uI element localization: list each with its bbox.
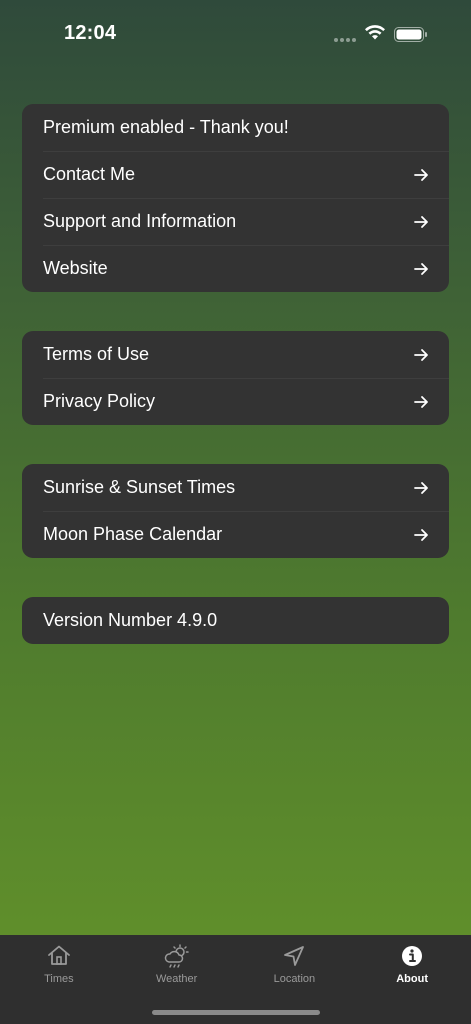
website-row[interactable]: Website — [22, 245, 449, 292]
row-label: Support and Information — [43, 211, 237, 231]
privacy-policy-row[interactable]: Privacy Policy — [22, 378, 449, 425]
row-label: Contact Me — [43, 164, 136, 184]
sun-cloud-icon — [164, 944, 189, 968]
moon-phase-calendar-row[interactable]: Moon Phase Calendar — [22, 511, 449, 558]
status-bar: 12:04 — [0, 0, 471, 70]
sunrise-sunset-times-row[interactable]: Sunrise & Sunset Times — [22, 464, 449, 511]
info-icon — [402, 946, 423, 966]
contact-me-row[interactable]: Contact Me — [22, 151, 449, 198]
tab-label: About — [396, 973, 428, 985]
row-label: Version Number 4.9.0 — [43, 610, 218, 630]
row-label: Sunrise & Sunset Times — [43, 477, 236, 497]
row-label: Privacy Policy — [43, 391, 156, 411]
premium-status-row: Premium enabled - Thank you! — [22, 104, 449, 151]
cellular-signal-icon — [334, 38, 356, 42]
arrow-right-icon — [414, 263, 428, 275]
support-information-row[interactable]: Support and Information — [22, 198, 449, 245]
arrow-right-icon — [414, 529, 428, 541]
more-apps-card: Sunrise & Sunset Times Moon Phase Calend… — [22, 464, 449, 558]
row-label: Terms of Use — [43, 344, 150, 364]
arrow-right-icon — [414, 482, 428, 494]
tab-label: Location — [273, 973, 316, 985]
wifi-icon — [365, 25, 385, 40]
tab-label: Weather — [155, 973, 198, 985]
tab-label: Times — [44, 973, 74, 985]
location-arrow-icon — [284, 946, 305, 966]
row-label: Premium enabled - Thank you! — [43, 117, 289, 137]
version-card: Version Number 4.9.0 — [22, 597, 449, 644]
premium-links-card: Premium enabled - Thank you! Contact Me … — [22, 104, 449, 292]
house-icon — [47, 945, 70, 965]
status-time: 12:04 — [64, 22, 117, 44]
home-indicator[interactable] — [152, 1010, 320, 1015]
tab-times[interactable]: Times — [0, 935, 118, 1024]
battery-icon — [394, 27, 427, 42]
arrow-right-icon — [414, 169, 428, 181]
arrow-right-icon — [414, 349, 428, 361]
legal-card: Terms of Use Privacy Policy — [22, 331, 449, 425]
arrow-right-icon — [414, 396, 428, 408]
row-label: Moon Phase Calendar — [43, 524, 223, 544]
tab-about[interactable]: About — [353, 935, 471, 1024]
row-label: Website — [43, 258, 108, 278]
terms-of-use-row[interactable]: Terms of Use — [22, 331, 449, 378]
arrow-right-icon — [414, 216, 428, 228]
version-number-row: Version Number 4.9.0 — [22, 597, 449, 644]
